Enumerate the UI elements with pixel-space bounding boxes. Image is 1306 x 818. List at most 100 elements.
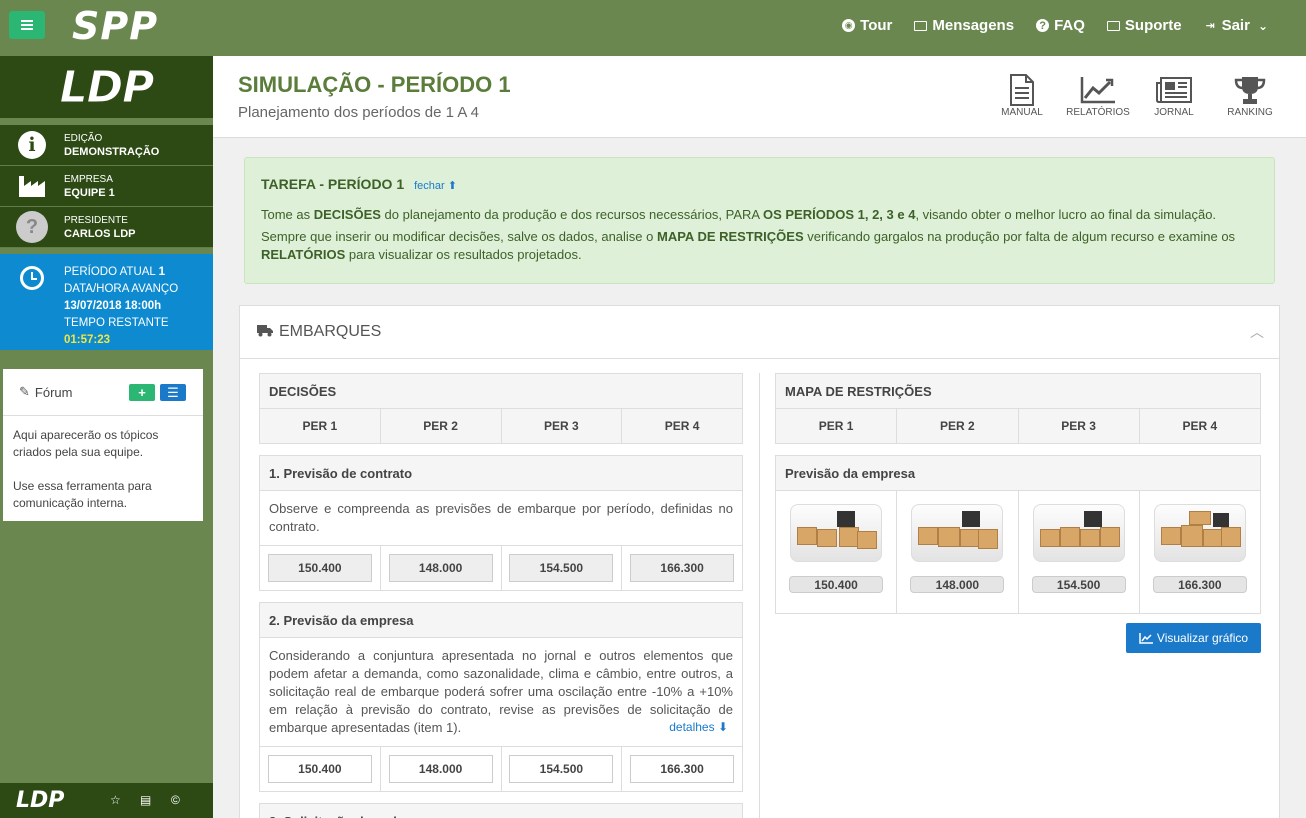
block-title: 1. Previsão de contrato (260, 456, 742, 491)
task-close-label: fechar (414, 180, 445, 192)
chevron-down-icon: ⌄ (1257, 18, 1268, 33)
forecast-input[interactable]: 148.000 (388, 755, 493, 783)
decisoes-title: DECISÕES (260, 374, 742, 409)
tool-ranking[interactable]: RANKING (1212, 73, 1288, 118)
truck-icon (257, 324, 273, 340)
menu-toggle-button[interactable] (9, 11, 45, 39)
map-value: 150.400 (789, 576, 884, 593)
restante-value: 01:57:23 (64, 334, 111, 346)
period-header: PER 4 (621, 409, 742, 443)
visualizar-grafico-button[interactable]: Visualizar gráfico (1126, 623, 1261, 653)
warehouse-cell: 166.300 (1138, 491, 1260, 613)
star-icon[interactable]: ☆ (110, 793, 121, 807)
details-label: detalhes (669, 720, 715, 734)
sidebar-logo: LDP (0, 56, 213, 118)
header-tools: MANUAL RELATÓRIOS JORNAL RANKING (984, 73, 1288, 118)
edicao-label: EDIÇÃO (64, 132, 103, 144)
task-close-link[interactable]: fechar ⬆ (414, 179, 457, 192)
tool-manual[interactable]: MANUAL (984, 73, 1060, 118)
presidente-label: PRESIDENTE (64, 214, 128, 226)
page-header: SIMULAÇÃO - PERÍODO 1 Planejamento dos p… (213, 56, 1306, 138)
app-brand[interactable]: SPP (72, 4, 158, 48)
period-header: PER 2 (896, 409, 1017, 443)
forecast-input[interactable]: 166.300 (630, 755, 735, 783)
forum-list-button[interactable]: ☰ (160, 384, 186, 401)
warehouse-boxes-icon (1032, 504, 1125, 562)
sidebar-edicao: i EDIÇÃO DEMONSTRAÇÃO (0, 125, 213, 166)
task-text-bold: OS PERÍODOS 1, 2, 3 e 4 (762, 207, 916, 222)
sidebar-presidente: ? PRESIDENTE CARLOS LDP (0, 207, 213, 248)
contract-value: 154.500 (509, 554, 614, 582)
column-divider (759, 373, 760, 818)
newspaper-icon (1156, 77, 1192, 103)
nav-sair-label: Sair (1221, 17, 1250, 34)
logo-text: LDP (59, 61, 155, 113)
restante-label: TEMPO RESTANTE (64, 317, 169, 329)
previsao-empresa-block: 2. Previsão da empresa Considerando a co… (259, 602, 743, 792)
data-label: DATA/HORA AVANÇO (64, 283, 179, 295)
info-icon: i (18, 131, 46, 159)
mapa-previsao-block: Previsão da empresa 150.400 148.000 154.… (775, 455, 1261, 614)
task-text-bold: RELATÓRIOS (261, 247, 346, 262)
question-icon: ? (1036, 19, 1050, 32)
warehouse-cell: 148.000 (896, 491, 1017, 613)
forum-text-2: Use essa ferramenta para comunicação int… (13, 479, 152, 510)
nav-suporte-label: Suporte (1124, 17, 1182, 34)
tool-ranking-label: RANKING (1227, 107, 1273, 118)
nav-mensagens-label: Mensagens (932, 17, 1015, 34)
copyright-icon[interactable]: © (171, 793, 180, 807)
arrow-down-icon: ⬇ (717, 720, 728, 734)
data-value: 13/07/2018 18:00h (64, 300, 162, 312)
sidebar-empresa: EMPRESA EQUIPE 1 (0, 166, 213, 207)
task-text: Tome as (261, 207, 314, 222)
presidente-value: CARLOS LDP (64, 227, 136, 240)
avatar: ? (16, 211, 48, 243)
edicao-value: DEMONSTRAÇÃO (64, 145, 160, 158)
embarques-panel: EMBARQUES ︿ DECISÕES PER 1 PER 2 PER 3 P… (239, 305, 1280, 818)
forecast-input[interactable]: 150.400 (267, 755, 372, 783)
divider (0, 118, 213, 125)
nav-sair[interactable]: ⇥ Sair ⌄ (1204, 17, 1268, 34)
forecast-input[interactable]: 154.500 (509, 755, 614, 783)
task-paragraph-2: Sempre que inserir ou modificar decisões… (261, 228, 1258, 264)
mapa-header: MAPA DE RESTRIÇÕES PER 1 PER 2 PER 3 PER… (775, 373, 1261, 444)
file-icon[interactable]: ▤ (140, 793, 151, 807)
top-nav: ◉ Tour Mensagens ? FAQ Suporte ⇥ Sair ⌄ (842, 17, 1268, 34)
empresa-value: EQUIPE 1 (64, 186, 115, 199)
trophy-icon (1234, 77, 1266, 104)
map-value: 154.500 (1031, 576, 1126, 593)
warehouse-boxes-icon (1153, 504, 1246, 562)
nav-suporte[interactable]: Suporte (1106, 17, 1182, 34)
sign-out-icon: ⇥ (1205, 20, 1215, 32)
tool-jornal[interactable]: JORNAL (1136, 73, 1212, 118)
pencil-icon: ✎ (19, 384, 30, 399)
tool-relatorios[interactable]: RELATÓRIOS (1060, 73, 1136, 118)
globe-icon: ◉ (842, 19, 856, 32)
top-bar: SPP ◉ Tour Mensagens ? FAQ Suporte ⇥ Sair ⌄ (0, 0, 1306, 56)
decisoes-column: DECISÕES PER 1 PER 2 PER 3 PER 4 1. Prev… (259, 373, 743, 818)
solicitacao-block: 3. Solicitação de embarque (259, 803, 743, 818)
warehouse-cell: 154.500 (1017, 491, 1139, 613)
forum-add-button[interactable]: + (129, 384, 155, 401)
details-link[interactable]: detalhes ⬇ (669, 718, 728, 736)
sidebar-footer: LDP ☆ ▤ © (0, 783, 213, 818)
nav-faq[interactable]: ? FAQ (1036, 17, 1085, 34)
map-value: 148.000 (910, 576, 1005, 593)
mapa-column: MAPA DE RESTRIÇÕES PER 1 PER 2 PER 3 PER… (775, 373, 1261, 653)
block-title: 3. Solicitação de embarque (260, 804, 742, 818)
contract-value: 148.000 (388, 554, 493, 582)
task-paragraph-1: Tome as DECISÕES do planejamento da prod… (261, 206, 1258, 224)
footer-logo: LDP (16, 788, 65, 813)
collapse-icon[interactable]: ︿ (1250, 322, 1264, 342)
task-text: verificando gargalos na produção por fal… (803, 229, 1236, 244)
task-text: Sempre que inserir ou modificar decisões… (261, 229, 657, 244)
period-header: PER 3 (500, 409, 622, 443)
tool-relatorios-label: RELATÓRIOS (1066, 107, 1130, 118)
envelope-icon (1106, 20, 1120, 31)
nav-faq-label: FAQ (1054, 17, 1085, 34)
nav-mensagens[interactable]: Mensagens (914, 17, 1014, 34)
empresa-label: EMPRESA (64, 173, 113, 185)
periodo-label: PERÍODO ATUAL (64, 266, 156, 278)
tool-manual-label: MANUAL (1001, 107, 1043, 118)
nav-tour[interactable]: ◉ Tour (842, 17, 892, 34)
